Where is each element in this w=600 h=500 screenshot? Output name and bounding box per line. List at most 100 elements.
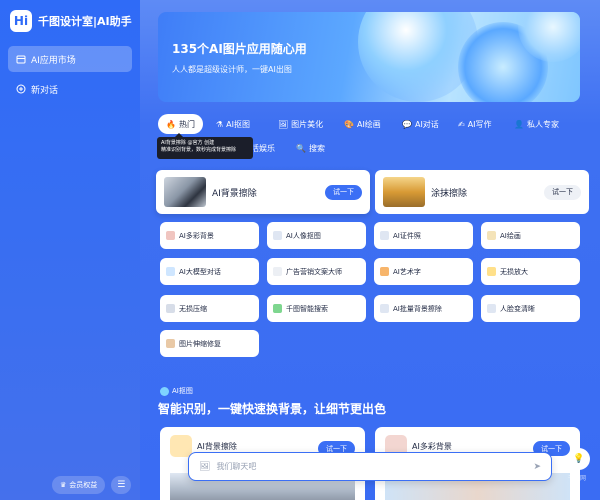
portrait-icon: [273, 231, 282, 240]
main-content: 135个AI图片应用随心用 人人都是超级设计师，一键AI出图 🔥 热门 ⚗ AI…: [140, 0, 600, 500]
tool-label: AI背景擦除: [212, 188, 257, 199]
tab-label: AI绘画: [356, 119, 381, 129]
tool-grid-item[interactable]: AI绘画: [481, 222, 580, 249]
tab-label: AI抠图: [226, 119, 251, 129]
car-thumbnail: [164, 177, 206, 207]
tool-grid-item[interactable]: AI人像抠图: [267, 222, 366, 249]
search-icon: 🔍: [296, 143, 306, 153]
sidebar-item-ai-market[interactable]: AI应用市场: [8, 46, 132, 72]
hamburger-icon: ☰: [117, 480, 126, 490]
tool-card-bg-removal[interactable]: AI背景擦除 试一下: [156, 170, 370, 214]
tool-grid-item[interactable]: 人脸变清晰: [481, 295, 580, 322]
tab-ai-writing[interactable]: ✍ AI写作: [450, 114, 500, 134]
section-tag: AI抠图: [160, 386, 193, 396]
image-stretch-icon: [166, 339, 175, 348]
send-icon[interactable]: ➤: [533, 462, 541, 472]
tab-ai-chat[interactable]: 💬 AI对话: [394, 114, 447, 134]
logo-mark: Hi: [10, 10, 32, 32]
tab-hot[interactable]: 🔥 热门: [158, 114, 203, 134]
feature-card-label: AI多彩背景: [412, 441, 452, 451]
logo[interactable]: Hi 千图设计室|AI助手: [10, 10, 132, 32]
tool-label: AI证件照: [393, 231, 421, 240]
tool-label: 图片伸缩修复: [179, 339, 221, 348]
id-photo-icon: [380, 231, 389, 240]
tool-label: AI大模型对话: [179, 267, 221, 276]
chat-input-bar: 🖼 ➤: [188, 452, 552, 481]
store-icon: [16, 54, 26, 64]
app-title: 千图设计室|AI助手: [38, 15, 132, 28]
tool-grid-item[interactable]: 广告营销文案大师: [267, 258, 366, 285]
try-button[interactable]: 试一下: [544, 184, 581, 200]
compress-icon: [166, 304, 175, 313]
sidebar-item-label: 新对话: [31, 85, 59, 96]
lightbulb-icon: 💡: [573, 454, 585, 464]
chat-input[interactable]: [216, 462, 528, 471]
tool-grid-item[interactable]: AI多彩背景: [160, 222, 259, 249]
tool-label: AI人像抠图: [286, 231, 321, 240]
painting-icon: [487, 231, 496, 240]
image-icon: 🖼: [278, 119, 289, 129]
menu-button[interactable]: ☰: [111, 476, 132, 494]
tool-label: AI绘画: [500, 231, 521, 240]
tab-label: 热门: [178, 119, 195, 129]
tab-ai-painting[interactable]: 🎨 AI绘画: [336, 114, 389, 134]
tool-label: 无损放大: [500, 267, 528, 276]
tool-label: 无损压缩: [179, 304, 207, 313]
bg-removal-icon: [170, 435, 192, 457]
tooltip-desc: 精准识别背景，数秒完成背景擦除: [161, 147, 237, 153]
tab-ai-cutout[interactable]: ⚗ AI抠图: [208, 114, 258, 134]
try-button[interactable]: 试一下: [325, 184, 362, 200]
tab-label: AI写作: [467, 119, 492, 129]
tab-private-expert[interactable]: 👤 私人专家: [506, 114, 567, 134]
tips-button[interactable]: 💡: [568, 448, 590, 470]
section-tag-label: AI抠图: [172, 387, 193, 395]
tool-grid-item[interactable]: 图片伸缩修复: [160, 330, 259, 357]
plus-circle-icon: [16, 84, 26, 94]
tool-grid-item[interactable]: 千图智能搜索: [267, 295, 366, 322]
section-dot-icon: [160, 386, 169, 396]
tool-grid-item[interactable]: AI大模型对话: [160, 258, 259, 285]
tab-label: 图片美化: [291, 119, 324, 129]
banner-title: 135个AI图片应用随心用: [172, 42, 307, 56]
tool-label: AI批量背景擦除: [393, 304, 442, 313]
tool-card-smear-erase[interactable]: 涂抹擦除 试一下: [375, 170, 589, 214]
palette-icon: [166, 231, 175, 240]
tool-grid-item[interactable]: AI艺术字: [374, 258, 473, 285]
tool-label: AI艺术字: [393, 267, 421, 276]
hero-banner[interactable]: 135个AI图片应用随心用 人人都是超级设计师，一键AI出图: [158, 12, 580, 102]
section-title: 智能识别，一键快速换背景，让细节更出色: [158, 402, 387, 416]
tooltip-title: AI背景擦除 @官方 创建: [161, 140, 215, 146]
tool-label: 人脸变清晰: [500, 304, 535, 313]
tool-label: 涂抹擦除: [431, 188, 468, 199]
image-upload-icon[interactable]: 🖼: [199, 462, 210, 472]
vip-label: 会员权益: [69, 481, 98, 489]
tab-label: 搜索: [308, 143, 325, 153]
sidebar-item-new-chat[interactable]: 新对话: [8, 76, 132, 102]
tab-label: AI对话: [414, 119, 439, 129]
fire-icon: 🔥: [166, 119, 176, 129]
watermark: 千图网: [567, 475, 586, 482]
batch-erase-icon: [380, 304, 389, 313]
tab-image-beautify[interactable]: 🖼 图片美化: [270, 114, 331, 134]
vip-benefits-button[interactable]: ♛ 会员权益: [52, 476, 106, 494]
banner-subtitle: 人人都是超级设计师，一键AI出图: [172, 65, 292, 74]
tool-label: 千图智能搜索: [286, 304, 328, 313]
face-enhance-icon: [487, 304, 496, 313]
tooltip: AI背景擦除 @官方 创建 精准识别背景，数秒完成背景擦除: [157, 133, 253, 159]
tab-search[interactable]: 🔍 搜索: [288, 138, 333, 158]
sidebar-footer: ♛ 会员权益 ☰: [52, 476, 132, 494]
smart-search-icon: [273, 304, 282, 313]
magnify-icon: [487, 267, 496, 276]
feature-card-label: AI背景擦除: [197, 441, 237, 451]
tool-grid-item[interactable]: AI证件照: [374, 222, 473, 249]
crown-icon: ♛: [60, 481, 67, 489]
tool-grid-item[interactable]: 无损压缩: [160, 295, 259, 322]
pen-icon: ✍: [458, 119, 465, 129]
tool-grid-item[interactable]: 无损放大: [481, 258, 580, 285]
tool-label: 广告营销文案大师: [286, 267, 342, 276]
document-icon: [273, 267, 282, 276]
art-text-icon: [380, 267, 389, 276]
tool-grid-item[interactable]: AI批量背景擦除: [374, 295, 473, 322]
palette-icon: 🎨: [344, 119, 354, 129]
tab-label: 私人专家: [526, 119, 559, 129]
